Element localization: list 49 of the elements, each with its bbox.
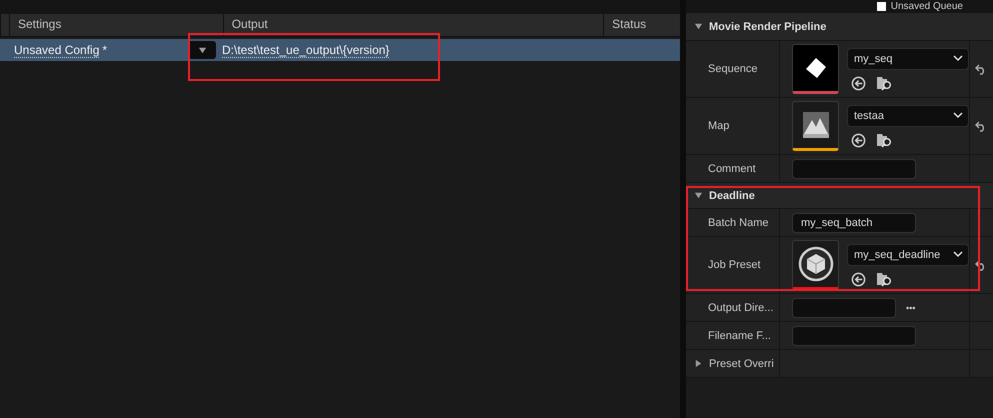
- expand-caret-icon[interactable]: [694, 359, 703, 368]
- text-field[interactable]: [792, 298, 896, 318]
- property-label: Job Preset: [686, 237, 780, 293]
- use-selected-icon[interactable]: [851, 272, 866, 286]
- use-selected-icon[interactable]: [851, 132, 866, 148]
- modified-mark: *: [102, 43, 108, 57]
- output-path-link[interactable]: D:\test\test_ue_output\{version}: [222, 42, 390, 58]
- chevron-icon: [953, 251, 963, 258]
- asset-dropdown[interactable]: my_seq_deadline: [847, 244, 969, 266]
- diamond-icon: [804, 57, 826, 79]
- asset-thumbnail[interactable]: [792, 240, 839, 290]
- output-dropdown[interactable]: [188, 41, 216, 59]
- property-label: Batch Name: [686, 209, 780, 236]
- section-header[interactable]: Movie Render Pipeline: [686, 13, 993, 41]
- chevron-icon: [953, 55, 963, 62]
- config-link[interactable]: Unsaved Config: [14, 42, 100, 58]
- asset-thumbnail[interactable]: [792, 101, 839, 151]
- reset-arrow-icon[interactable]: [975, 120, 987, 132]
- text-field[interactable]: [792, 158, 916, 178]
- text-field[interactable]: my_seq_batch: [792, 212, 916, 232]
- section-header[interactable]: Deadline: [686, 183, 993, 209]
- use-selected-icon[interactable]: [851, 76, 866, 90]
- property-label: Sequence: [686, 41, 780, 97]
- checkbox-icon[interactable]: [876, 2, 886, 11]
- browse-folder-icon[interactable]: [876, 76, 893, 90]
- column-header[interactable]: Output: [222, 14, 604, 36]
- text-field[interactable]: [792, 326, 916, 346]
- asset-dropdown[interactable]: my_seq: [847, 48, 969, 70]
- reset-arrow-icon[interactable]: [975, 260, 987, 270]
- collapse-caret-icon[interactable]: [694, 22, 703, 31]
- browse-folder-icon[interactable]: [876, 272, 893, 286]
- browse-button[interactable]: •••: [904, 302, 918, 312]
- property-label: Filename F...: [686, 322, 780, 349]
- chevron-icon: [953, 112, 963, 119]
- property-label: Map: [686, 98, 780, 154]
- caret-icon[interactable]: [198, 46, 206, 54]
- property-label: Comment: [686, 155, 780, 182]
- column-header[interactable]: Settings: [9, 14, 223, 36]
- browse-folder-icon[interactable]: [876, 132, 893, 148]
- collapse-caret-icon[interactable]: [694, 191, 703, 200]
- property-label: Preset Overri: [709, 358, 774, 370]
- cube-icon: [798, 246, 834, 282]
- property-label: Output Dire...: [686, 294, 780, 321]
- asset-thumbnail[interactable]: [792, 44, 839, 94]
- queue-label: Unsaved Queue: [890, 1, 963, 12]
- asset-dropdown[interactable]: testaa: [847, 104, 969, 126]
- mountain-icon: [800, 110, 830, 140]
- job-row[interactable]: Unsaved Config * D:\test\test_ue_output\{version}: [0, 39, 680, 61]
- reset-arrow-icon[interactable]: [975, 64, 987, 74]
